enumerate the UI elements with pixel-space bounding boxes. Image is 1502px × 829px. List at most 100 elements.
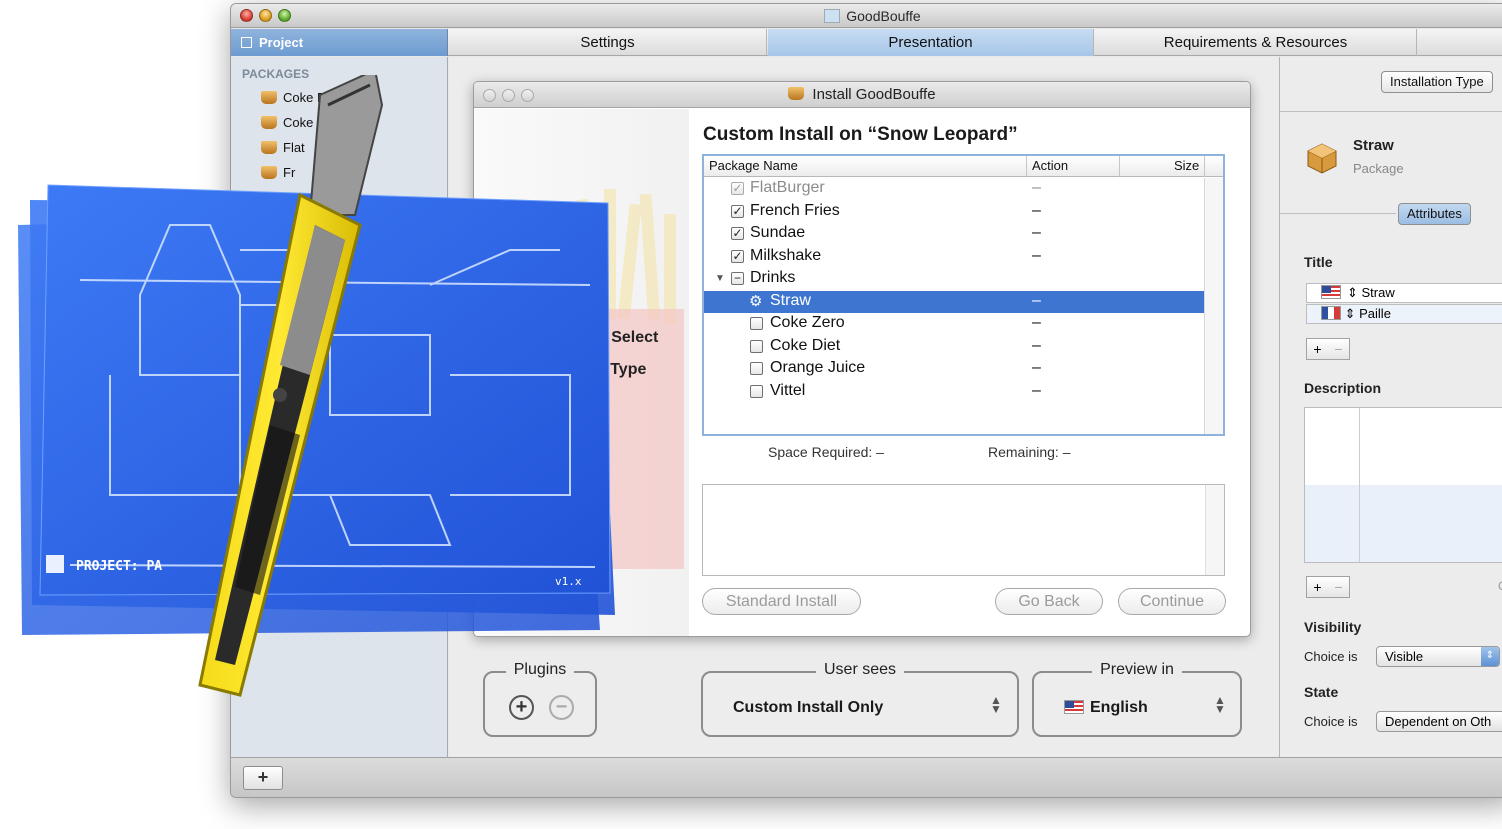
preview-language-label: English [1090,699,1148,716]
checkbox[interactable]: ✓ [731,250,744,263]
title-localization-row[interactable]: ⇕ Paille [1306,304,1502,324]
row-action: – [1032,359,1041,376]
description-list[interactable] [1304,407,1502,563]
user-sees-title: User sees [703,661,1017,679]
title-add-remove[interactable]: + − [1306,338,1350,360]
add-icon[interactable]: + [1307,577,1328,597]
space-required: Space Required: – [768,444,884,460]
table-header: Package Name Action Size [704,156,1223,177]
row-action: – [1032,337,1041,354]
row-name: Drinks [750,269,796,286]
selected-item-name: Straw [1353,137,1394,154]
column-size[interactable]: Size [1174,158,1199,173]
icon-project-label: PROJECT: PA [76,559,162,574]
user-sees-group[interactable]: User sees Custom Install Only ▲ ▼ [701,661,1019,737]
visibility-label: Visibility [1304,619,1362,635]
checkbox[interactable]: ✓ [731,205,744,218]
continue-button[interactable]: Continue [1118,588,1226,615]
checkbox[interactable] [750,340,763,353]
add-icon[interactable]: + [1307,339,1328,359]
row-name: Coke Diet [770,337,841,354]
title-localization-row[interactable]: ⇕ Straw [1306,283,1502,303]
package-icon [788,87,806,101]
row-name: Coke Zero [770,314,845,331]
checkbox[interactable]: ✓ [731,227,744,240]
install-heading: Custom Install on “Snow Leopard” [703,124,1018,145]
table-row-selected[interactable]: ⚙ Straw – [704,291,1204,313]
checkbox[interactable]: ✓ [731,182,744,195]
popup-arrows-icon: ▲ ▼ [1214,693,1226,716]
table-scrollbar[interactable] [1204,178,1223,434]
bottom-bar: + [231,757,1502,797]
inspector-panel: Installation Type Straw Package Attribut… [1279,57,1502,757]
package-large-icon [1304,139,1340,175]
row-action: – [1032,314,1041,331]
checkbox[interactable] [750,317,763,330]
state-label: State [1304,684,1339,700]
table-row[interactable]: Coke Diet – [704,336,1204,358]
state-popup[interactable]: Dependent on Oth [1376,711,1502,732]
document-icon [824,9,841,23]
description-add-remove[interactable]: + − [1306,576,1350,598]
preview-language-popup[interactable]: English [1064,699,1148,717]
table-row[interactable]: Coke Zero – [704,313,1204,335]
title-value: Straw [1361,285,1395,300]
column-action[interactable]: Action [1032,158,1068,173]
selected-item-kind: Package [1353,161,1404,176]
tab-project[interactable]: Project [231,29,448,56]
tab-project-label: Project [259,35,304,50]
window-title: GoodBouffe [231,8,1502,24]
packages-app-icon: PROJECT: PA v1.x [18,75,615,697]
tab-presentation[interactable]: Presentation [768,29,1094,56]
popup-arrows-icon: ▲ ▼ [990,693,1002,716]
popup-arrows-icon: ⇕ [1481,647,1499,666]
tab-attributes[interactable]: Attributes [1398,203,1471,225]
add-package-button[interactable]: + [243,766,283,790]
title-bar: GoodBouffe [231,4,1502,28]
table-row[interactable]: ✓ Sundae – [704,223,1204,245]
checkbox[interactable] [750,385,763,398]
title-value: Paille [1359,306,1391,321]
description-scrollbar[interactable] [1205,485,1224,575]
disclosure-triangle-icon[interactable]: ▼ [715,273,725,284]
preview-in-group[interactable]: Preview in English ▲ ▼ [1032,661,1242,737]
row-name: Vittel [770,382,806,399]
column-package-name[interactable]: Package Name [709,158,798,173]
icon-version-label: v1.x [555,575,582,588]
row-name: Orange Juice [770,359,866,376]
table-row[interactable]: Vittel – [704,381,1204,403]
row-action: – [1032,224,1041,241]
table-row-group[interactable]: ▼ − Drinks [704,268,1204,290]
tab-requirements[interactable]: Requirements & Resources [1095,29,1417,56]
table-row[interactable]: ✓ French Fries – [704,201,1204,223]
tab-settings[interactable]: Settings [449,29,767,56]
installer-title: Install GoodBouffe [812,86,936,103]
row-action: – [1032,202,1041,219]
remove-icon[interactable]: − [1328,339,1349,359]
checkbox-mixed[interactable]: − [731,272,744,285]
user-sees-popup[interactable]: Custom Install Only [733,699,883,717]
row-name: Milkshake [750,247,822,264]
us-flag-icon [1064,700,1084,714]
window-title-text: GoodBouffe [846,8,921,24]
installation-type-button[interactable]: Installation Type [1381,71,1493,93]
project-icon [241,37,252,48]
standard-install-button[interactable]: Standard Install [702,588,861,615]
preview-in-title: Preview in [1034,661,1240,679]
visibility-value: Visible [1385,649,1424,664]
description-label: Description [1304,380,1382,396]
package-table: Package Name Action Size ✓ FlatBurger – ✓ F… [702,154,1225,436]
row-name: Sundae [750,224,806,241]
package-description-box [702,484,1225,576]
go-back-button[interactable]: Go Back [995,588,1103,615]
row-action: – [1032,179,1041,196]
row-action: – [1032,382,1041,399]
table-row[interactable]: Orange Juice – [704,358,1204,380]
checkbox[interactable] [750,362,763,375]
remove-icon[interactable]: − [1328,577,1349,597]
visibility-popup[interactable]: Visible ⇕ [1376,646,1500,667]
gear-icon: ⚙ [749,293,763,310]
table-row[interactable]: ✓ FlatBurger – [704,178,1204,200]
table-row[interactable]: ✓ Milkshake – [704,246,1204,268]
row-action: – [1032,292,1041,309]
